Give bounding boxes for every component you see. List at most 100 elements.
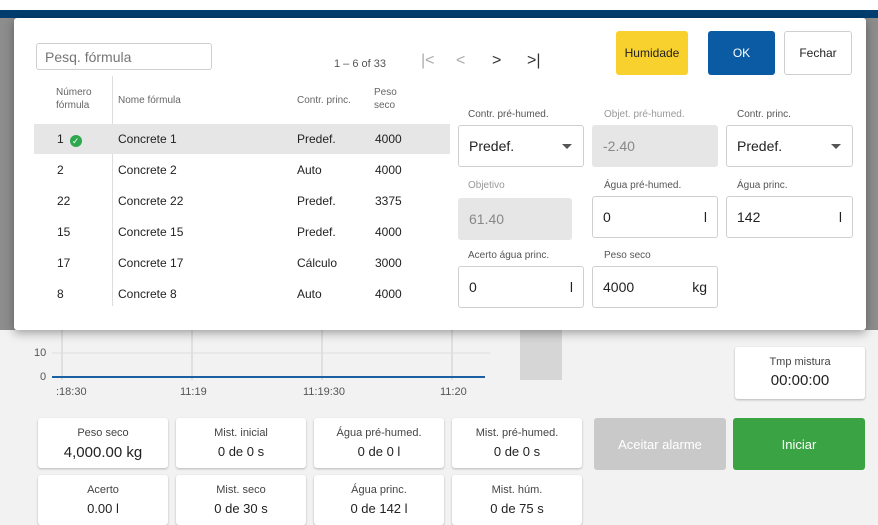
header-number: Número fórmula [56, 87, 92, 111]
card-label: Água princ. [351, 484, 407, 496]
row-number: 1 ✓ [57, 132, 82, 147]
check-circle-icon: ✓ [69, 135, 82, 147]
row-name: Concrete 17 [118, 256, 184, 270]
card-value: 0 de 75 s [490, 501, 544, 516]
card-value: 0 de 0 l [357, 444, 401, 459]
y-tick-0: 0 [40, 371, 47, 383]
mix-time-value: 00:00:00 [770, 372, 830, 389]
x-tick-2: 11:19 [180, 386, 207, 398]
prehumid-control-label: Contr. pré-humed. [468, 109, 549, 120]
table-row[interactable]: 15 Concrete 15 Predef. 4000 [34, 217, 450, 247]
target-value: 61.40 [469, 211, 505, 227]
main-water-value: 142 [737, 209, 761, 225]
prehumid-water-card: Água pré-humed. 0 de 0 l [314, 418, 444, 468]
wet-mix-card: Mist. húm. 0 de 75 s [452, 475, 582, 525]
main-water-adjust-value: 0 [469, 279, 477, 295]
card-value: 0 de 142 l [350, 501, 408, 516]
x-tick-3: 11:19:30 [303, 386, 346, 398]
row-weight: 4000 [375, 163, 402, 177]
card-label: Peso seco [77, 427, 129, 439]
x-tick-4: 11:20 [440, 386, 467, 398]
prehumid-target-field: -2.40 [592, 125, 718, 167]
table-row[interactable]: 22 Concrete 22 Predef. 3375 [34, 186, 450, 216]
header-accent-bar [0, 10, 878, 18]
main-control-value: Predef. [737, 138, 783, 154]
table-row[interactable]: 17 Concrete 17 Cálculo 3000 [34, 248, 450, 278]
row-control: Cálculo [297, 256, 338, 270]
main-control-label: Contr. princ. [737, 109, 791, 120]
row-control: Auto [297, 287, 322, 301]
trend-chart: 10 0 :18:30 11:19 11:19:30 11:20 [0, 330, 500, 410]
card-label: Mist. húm. [491, 484, 543, 496]
dry-weight-input[interactable]: 4000 kg [592, 266, 718, 308]
table-row[interactable]: 8 Concrete 8 Auto 4000 [34, 279, 450, 309]
prehumid-target-label: Objet. pré-humed. [604, 109, 685, 120]
prehumid-mix-card: Mist. pré-humed. 0 de 0 s [452, 418, 582, 468]
x-tick-1: :18:30 [56, 386, 87, 398]
ok-button[interactable]: OK [708, 31, 775, 75]
main-water-adjust-input[interactable]: 0 l [458, 266, 584, 308]
card-label: Água pré-humed. [336, 427, 422, 439]
card-value: 0 de 30 s [214, 501, 268, 516]
humidity-button[interactable]: Humidade [616, 31, 688, 75]
row-control: Predef. [297, 194, 336, 208]
row-control: Predef. [297, 132, 336, 146]
level-indicator [520, 330, 562, 380]
dry-mix-card: Mist. seco 0 de 30 s [176, 475, 306, 525]
dropdown-arrow-icon [562, 144, 572, 149]
initial-mix-card: Mist. inicial 0 de 0 s [176, 418, 306, 468]
prehumid-water-value: 0 [603, 209, 611, 225]
table-row[interactable]: 1 ✓ Concrete 1 Predef. 4000 [34, 124, 450, 154]
card-value: 0 de 0 s [217, 444, 265, 459]
card-label: Mist. seco [216, 484, 266, 496]
row-name: Concrete 8 [118, 287, 177, 301]
target-field: 61.40 [458, 198, 572, 240]
prehumid-water-input[interactable]: 0 l [592, 196, 718, 238]
pager-range: 1 – 6 of 33 [334, 58, 386, 70]
chevron-left-icon[interactable]: < [456, 52, 465, 70]
main-water-input[interactable]: 142 l [726, 196, 853, 238]
row-weight: 3375 [375, 194, 402, 208]
formula-dialog: 1 – 6 of 33 |< < > >| Humidade OK Fechar… [14, 18, 866, 330]
row-weight: 3000 [375, 256, 402, 270]
dry-weight-value: 4000 [603, 279, 635, 295]
dry-weight-unit: kg [692, 279, 707, 295]
card-value: 4,000.00 kg [63, 444, 143, 461]
card-label: Acerto [87, 484, 119, 496]
main-control-select[interactable]: Predef. [726, 125, 853, 167]
main-water-adjust-label: Acerto água princ. [468, 250, 550, 261]
chevron-right-icon[interactable]: > [492, 52, 501, 70]
row-number: 2 [57, 163, 64, 177]
dry-weight-label: Peso seco [604, 250, 651, 261]
main-water-card: Água princ. 0 de 142 l [314, 475, 444, 525]
row-number: 17 [57, 256, 71, 270]
card-value: 0 de 0 s [493, 444, 541, 459]
card-value: 0.00 l [87, 501, 119, 516]
mix-time-card: Tmp mistura 00:00:00 [735, 347, 865, 399]
row-name: Concrete 1 [118, 132, 177, 146]
adjust-card: Acerto 0.00 l [38, 475, 168, 525]
close-button[interactable]: Fechar [784, 31, 852, 75]
prehumid-control-value: Predef. [469, 138, 515, 154]
accept-alarm-button[interactable]: Aceitar alarme [594, 418, 726, 470]
row-control: Auto [297, 163, 322, 177]
dropdown-arrow-icon [831, 144, 841, 149]
card-label: Mist. inicial [214, 427, 268, 439]
dry-weight-card: Peso seco 4,000.00 kg [38, 418, 168, 468]
row-weight: 4000 [375, 225, 402, 239]
row-name: Concrete 2 [118, 163, 177, 177]
start-button[interactable]: Iniciar [733, 418, 865, 470]
prehumid-target-value: -2.40 [603, 138, 635, 154]
row-name: Concrete 15 [118, 225, 184, 239]
last-page-icon[interactable]: >| [527, 52, 541, 70]
prehumid-water-unit: l [703, 209, 707, 225]
formula-search-input[interactable] [36, 43, 212, 70]
row-number: 22 [57, 194, 71, 208]
y-tick-10: 10 [34, 347, 47, 359]
main-water-unit: l [838, 209, 842, 225]
prehumid-control-select[interactable]: Predef. [458, 125, 584, 167]
row-weight: 4000 [375, 287, 402, 301]
header-control: Contr. princ. [297, 95, 351, 106]
first-page-icon[interactable]: |< [421, 52, 435, 70]
table-row[interactable]: 2 Concrete 2 Auto 4000 [34, 155, 450, 185]
